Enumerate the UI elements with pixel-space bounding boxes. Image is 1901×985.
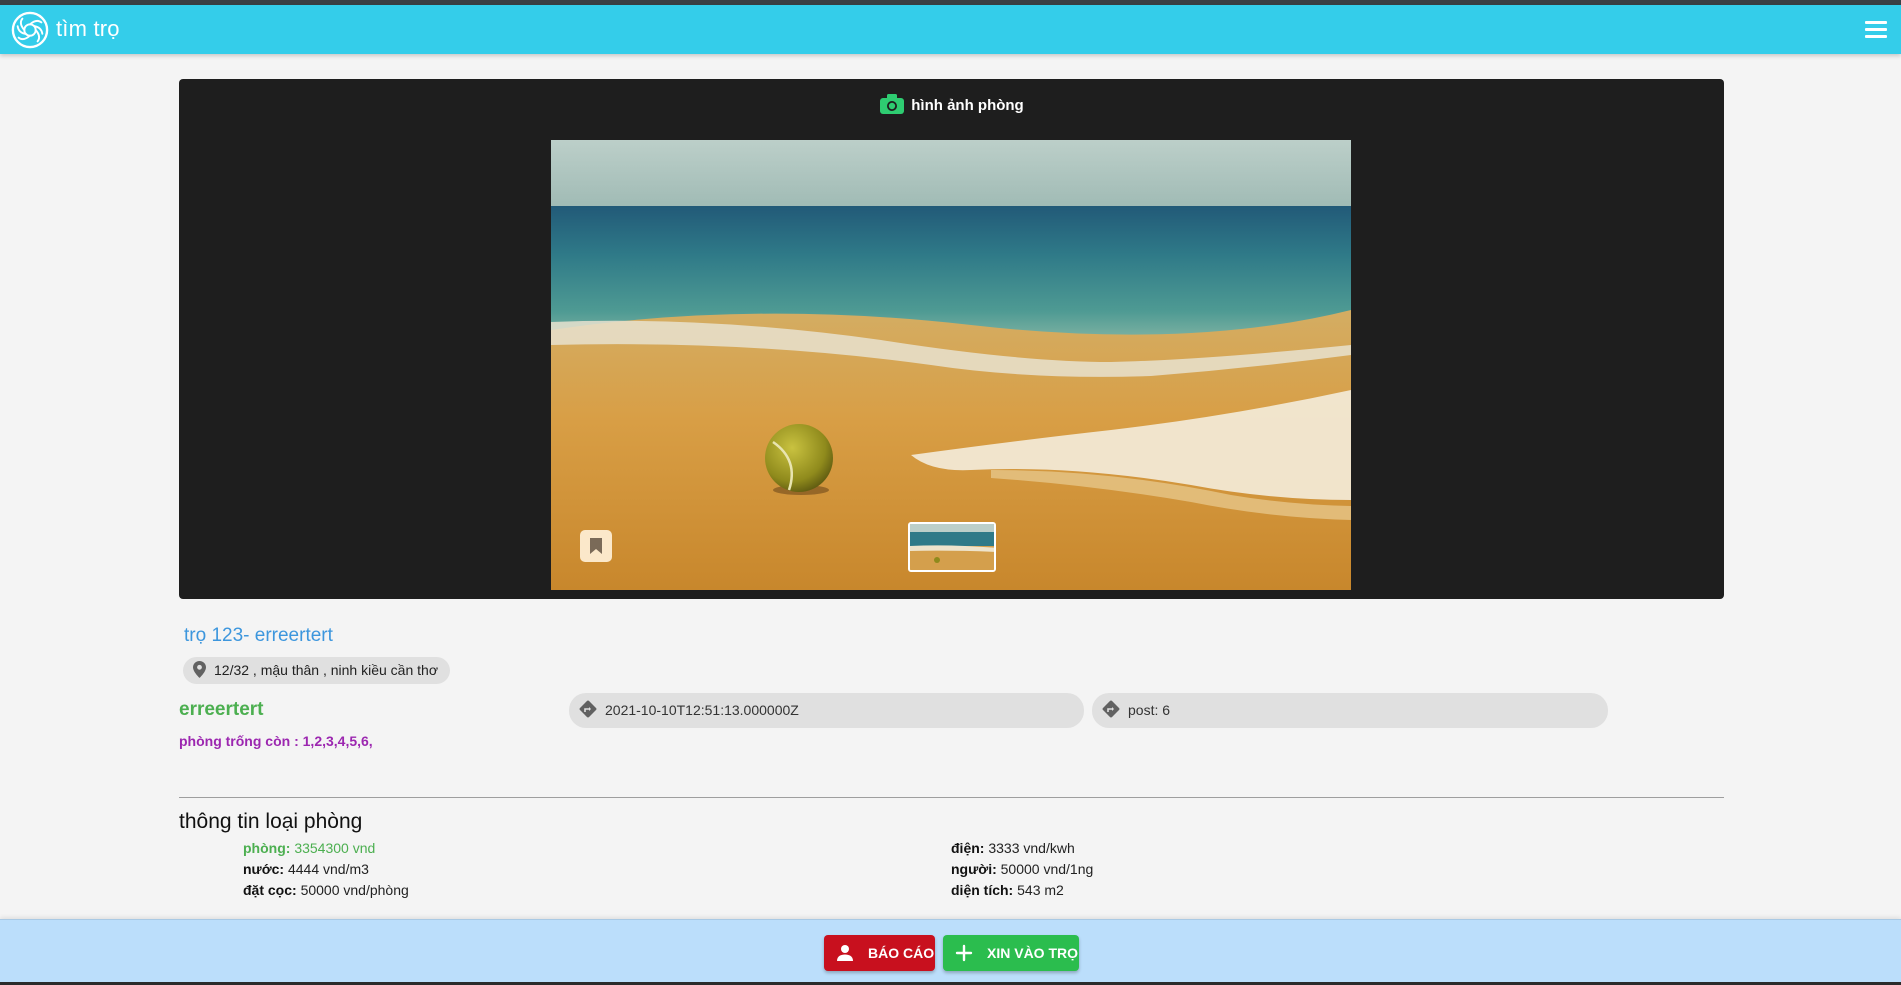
spec-water: nước: 4444 vnd/m3	[243, 861, 369, 877]
created-date-chip: 2021-10-10T12:51:13.000000Z	[569, 693, 1084, 728]
spec-room-price: phòng: 3354300 vnd	[243, 840, 375, 856]
gallery-heading: hình ảnh phòng	[179, 93, 1724, 118]
plus-icon	[955, 944, 973, 962]
address-chip: 12/32 , mậu thân , ninh kiều cần thơ	[183, 657, 450, 684]
post-text: post: 6	[1128, 702, 1171, 718]
spec-electricity: điện: 3333 vnd/kwh	[951, 840, 1075, 856]
directions-icon	[1102, 700, 1120, 718]
join-button-label: XIN VÀO TRỌ	[987, 945, 1079, 961]
spec-value: 543 m2	[1017, 882, 1064, 898]
spec-label: đặt cọc:	[243, 882, 297, 898]
aperture-logo-icon[interactable]	[11, 11, 49, 49]
brand-name[interactable]: tìm trọ	[56, 16, 120, 42]
section-divider	[179, 797, 1724, 798]
spec-value: 3333 vnd/kwh	[988, 840, 1075, 856]
spec-value: 3354300 vnd	[294, 840, 376, 856]
app-bar: tìm trọ	[0, 5, 1901, 54]
available-rooms: phòng trống còn : 1,2,3,4,5,6,	[179, 733, 373, 749]
room-type-heading: thông tin loại phòng	[179, 810, 363, 833]
listing-title: trọ 123- erreertert	[184, 625, 333, 646]
report-button[interactable]: BÁO CÁO	[824, 935, 935, 971]
action-bar: BÁO CÁO XIN VÀO TRỌ	[0, 919, 1901, 985]
report-button-label: BÁO CÁO	[868, 945, 935, 961]
spec-value: 50000 vnd/phòng	[300, 882, 409, 898]
available-rooms-value: 1,2,3,4,5,6,	[302, 733, 373, 749]
spec-label: nước:	[243, 861, 285, 877]
spec-label: diện tích:	[951, 882, 1014, 898]
address-text: 12/32 , mậu thân , ninh kiều cần thơ	[214, 662, 438, 678]
available-rooms-label: phòng trống còn :	[179, 733, 299, 749]
room-photo[interactable]	[551, 140, 1351, 590]
location-pin-icon	[193, 661, 206, 678]
spec-label: người:	[951, 861, 997, 877]
camera-icon	[880, 94, 905, 114]
spec-value: 4444 vnd/m3	[287, 861, 369, 877]
post-chip: post: 6	[1092, 693, 1608, 728]
spec-area: diện tích: 543 m2	[951, 882, 1064, 898]
owner-name: erreertert	[179, 699, 264, 720]
spec-label: điện:	[951, 840, 985, 856]
join-button[interactable]: XIN VÀO TRỌ	[943, 935, 1079, 971]
gallery-heading-text: hình ảnh phòng	[911, 97, 1024, 114]
spec-deposit: đặt cọc: 50000 vnd/phòng	[243, 882, 409, 898]
photo-thumbnail[interactable]	[908, 522, 996, 572]
room-gallery: hình ảnh phòng	[179, 79, 1724, 599]
hamburger-menu-icon[interactable]	[1865, 21, 1887, 39]
bookmark-icon	[590, 538, 602, 554]
person-icon	[837, 945, 853, 961]
spec-per-person: người: 50000 vnd/1ng	[951, 861, 1093, 877]
spec-label: phòng:	[243, 840, 291, 856]
spec-value: 50000 vnd/1ng	[1000, 861, 1094, 877]
created-date-text: 2021-10-10T12:51:13.000000Z	[605, 702, 799, 718]
directions-icon	[579, 700, 597, 718]
bookmark-button[interactable]	[580, 530, 612, 562]
